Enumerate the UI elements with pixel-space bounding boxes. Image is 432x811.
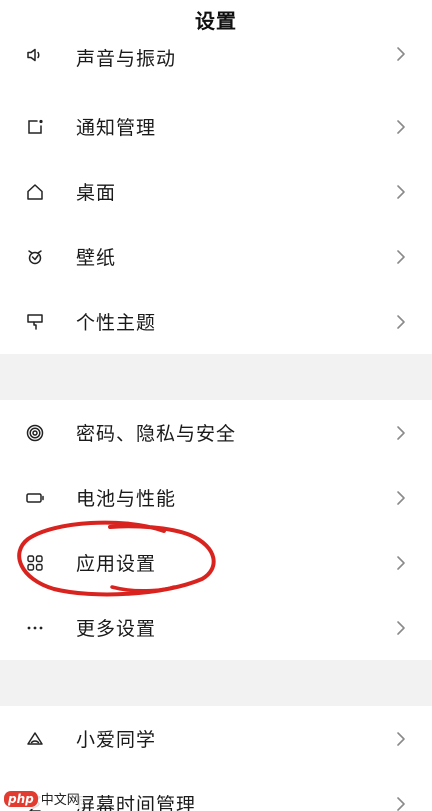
settings-item-label: 屏幕时间管理 xyxy=(76,794,197,811)
settings-item-label: 桌面 xyxy=(76,182,117,204)
settings-group-personalization: 声音与振动 通知管理 桌面 壁纸 个性主题 xyxy=(0,38,432,354)
chevron-right-icon xyxy=(394,312,408,332)
php-logo-badge: php xyxy=(4,790,38,807)
more-dots-icon xyxy=(24,617,46,639)
settings-group-system: 密码、隐私与安全 电池与性能 应用设置 更多设置 xyxy=(0,400,432,660)
battery-icon xyxy=(24,487,46,509)
assistant-icon xyxy=(24,728,46,750)
site-watermark: php 中文网 xyxy=(2,788,83,809)
settings-item-more-settings[interactable]: 更多设置 xyxy=(0,595,432,660)
settings-item-label: 通知管理 xyxy=(76,117,157,139)
chevron-right-icon xyxy=(394,553,408,573)
page-title: 设置 xyxy=(195,8,237,33)
settings-item-wallpaper[interactable]: 壁纸 xyxy=(0,224,432,289)
wallpaper-icon xyxy=(24,246,46,268)
settings-item-label: 电池与性能 xyxy=(76,488,177,510)
home-icon xyxy=(24,181,46,203)
chevron-right-icon xyxy=(394,794,408,811)
settings-item-sound[interactable]: 声音与振动 xyxy=(0,38,432,94)
settings-item-notifications[interactable]: 通知管理 xyxy=(0,94,432,159)
settings-screen: 设置 声音与振动 通知管理 桌面 壁纸 个性主题 密码、隐私与安全 电池与性能 … xyxy=(0,0,432,811)
settings-item-themes[interactable]: 个性主题 xyxy=(0,289,432,354)
chevron-right-icon xyxy=(394,117,408,137)
settings-item-desktop[interactable]: 桌面 xyxy=(0,159,432,224)
settings-item-label: 更多设置 xyxy=(76,618,157,640)
settings-item-xiaoai[interactable]: 小爱同学 xyxy=(0,706,432,771)
group-separator xyxy=(0,660,432,706)
settings-item-label: 密码、隐私与安全 xyxy=(76,423,237,445)
group-separator xyxy=(0,354,432,400)
settings-item-privacy-security[interactable]: 密码、隐私与安全 xyxy=(0,400,432,465)
chevron-right-icon xyxy=(394,488,408,508)
fingerprint-icon xyxy=(24,422,46,444)
settings-item-label: 个性主题 xyxy=(76,312,157,334)
chevron-right-icon xyxy=(394,247,408,267)
settings-item-label: 应用设置 xyxy=(76,553,157,575)
chevron-right-icon xyxy=(394,44,408,64)
chevron-right-icon xyxy=(394,423,408,443)
speaker-icon xyxy=(24,44,46,66)
chevron-right-icon xyxy=(394,182,408,202)
chevron-right-icon xyxy=(394,618,408,638)
settings-item-label: 声音与振动 xyxy=(76,48,177,70)
settings-item-app-settings[interactable]: 应用设置 xyxy=(0,530,432,595)
settings-item-label: 小爱同学 xyxy=(76,729,157,751)
watermark-text: 中文网 xyxy=(40,793,80,808)
notification-icon xyxy=(24,116,46,138)
apps-grid-icon xyxy=(24,552,46,574)
theme-brush-icon xyxy=(24,311,46,333)
settings-item-battery[interactable]: 电池与性能 xyxy=(0,465,432,530)
header: 设置 xyxy=(0,0,432,38)
chevron-right-icon xyxy=(394,729,408,749)
settings-item-label: 壁纸 xyxy=(76,247,117,269)
